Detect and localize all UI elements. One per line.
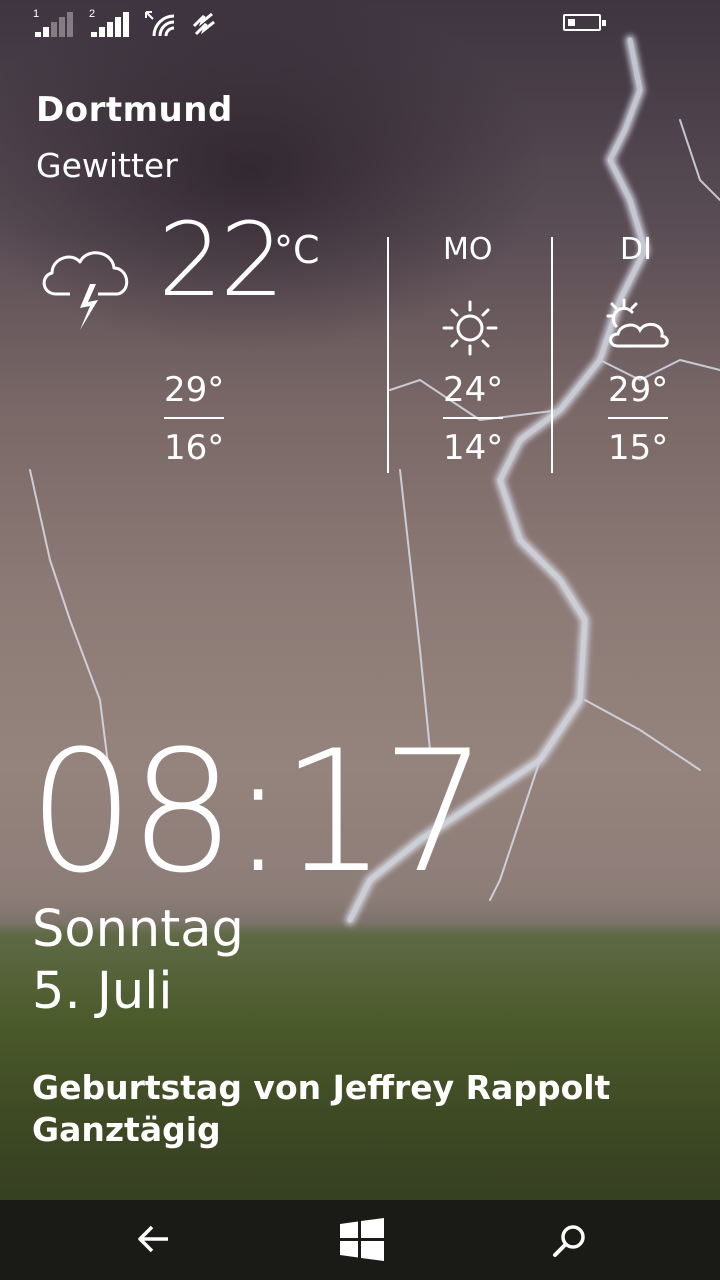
forecast-mo-low: 14° (443, 428, 504, 468)
battery-low-icon (563, 14, 606, 31)
back-button[interactable] (92, 1200, 212, 1280)
calendar-event-title[interactable]: Geburtstag von Jeffrey Rappolt (32, 1068, 610, 1107)
today-high: 29° (164, 370, 225, 410)
forecast-separator-2 (551, 237, 553, 473)
today-divider (164, 417, 224, 419)
back-arrow-icon (138, 1225, 168, 1253)
home-button[interactable] (300, 1200, 420, 1280)
wifi-icon (145, 11, 175, 37)
today-low: 16° (164, 428, 225, 468)
calendar-event-time: Ganztägig (32, 1110, 221, 1149)
navigation-bar (0, 1200, 720, 1280)
thunderstorm-icon (42, 251, 129, 330)
search-button[interactable] (510, 1200, 630, 1280)
signal-full-icon (91, 12, 129, 37)
search-icon (553, 1225, 585, 1257)
weather-city: Dortmund (36, 90, 233, 130)
lock-weekday: Sonntag (32, 900, 244, 959)
partly-cloudy-icon (606, 298, 669, 348)
signal-weak-icon (35, 12, 73, 37)
data-sense-icon (192, 12, 215, 36)
forecast-di-low: 15° (608, 428, 669, 468)
lock-date: 5. Juli (32, 962, 173, 1021)
temperature-unit: °C (274, 228, 320, 272)
status-bar: 1 2 (0, 0, 720, 48)
forecast-day-di: DI (620, 232, 652, 267)
forecast-di-high: 29° (608, 370, 669, 410)
forecast-mo-high: 24° (443, 370, 504, 410)
windows-start-icon (340, 1218, 384, 1261)
lock-clock: 08:17 (28, 714, 488, 910)
current-temperature: 22 (158, 201, 285, 320)
sunny-icon (442, 300, 498, 356)
forecast-mo-divider (443, 417, 503, 419)
weather-condition: Gewitter (36, 146, 178, 185)
forecast-di-divider (608, 417, 668, 419)
forecast-day-mo: MO (443, 232, 493, 267)
forecast-separator (387, 237, 389, 473)
